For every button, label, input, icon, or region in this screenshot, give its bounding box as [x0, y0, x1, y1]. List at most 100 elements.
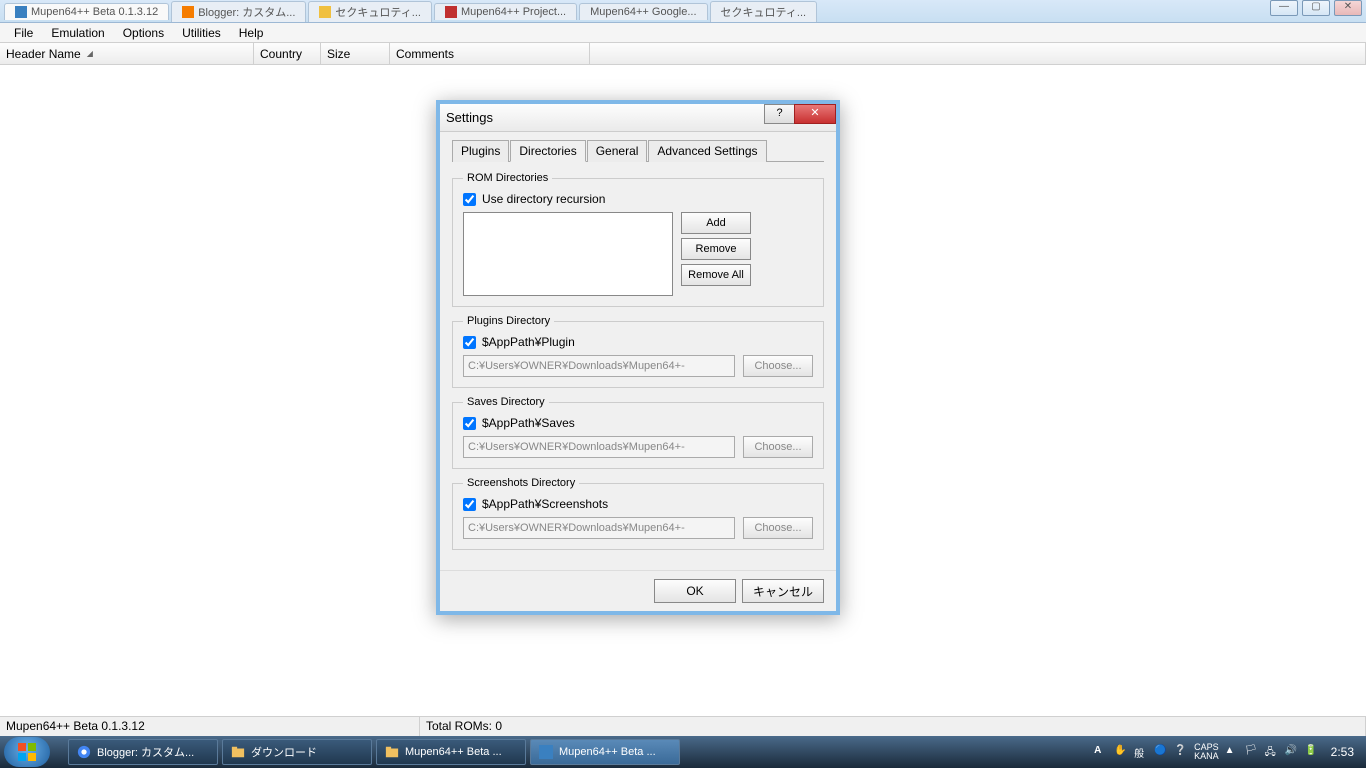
minimize-button[interactable]: — [1270, 0, 1298, 16]
saves-apppath-row[interactable]: $AppPath¥Saves [463, 416, 813, 430]
app-icon [539, 745, 553, 759]
settings-tabs: Plugins Directories General Advanced Set… [452, 140, 824, 162]
rom-directories-group: ROM Directories Use directory recursion … [452, 172, 824, 307]
browser-tab[interactable]: Blogger: カスタム... [171, 1, 306, 22]
ime-tool-icon[interactable]: 般 [1134, 745, 1148, 759]
tab-label: Mupen64++ Beta 0.1.3.12 [31, 6, 158, 18]
tray-clock[interactable]: 2:53 [1331, 745, 1354, 759]
taskbar-item-label: Mupen64++ Beta ... [559, 746, 656, 758]
dialog-help-button[interactable]: ? [764, 104, 794, 124]
menu-file[interactable]: File [6, 24, 41, 42]
window-close-button[interactable]: ✕ [1334, 0, 1362, 16]
taskbar-item[interactable]: Mupen64++ Beta ... [530, 739, 680, 765]
menu-emulation[interactable]: Emulation [43, 24, 112, 42]
browser-tab-strip: Mupen64++ Beta 0.1.3.12 Blogger: カスタム...… [0, 0, 1366, 22]
sort-arrow-icon: ◢ [87, 49, 93, 58]
recursion-checkbox[interactable] [463, 193, 476, 206]
taskbar-item-label: Blogger: カスタム... [97, 744, 194, 760]
group-legend: Screenshots Directory [463, 477, 579, 489]
menu-utilities[interactable]: Utilities [174, 24, 229, 42]
group-legend: Saves Directory [463, 396, 549, 408]
taskbar-item[interactable]: Mupen64++ Beta ... [376, 739, 526, 765]
add-button[interactable]: Add [681, 212, 751, 234]
cancel-button[interactable]: キャンセル [742, 579, 824, 603]
tray-battery-icon[interactable]: 🔋 [1305, 745, 1319, 759]
ime-zen-icon[interactable]: 🔵 [1154, 745, 1168, 759]
ime-caps-kana[interactable]: CAPS KANA [1194, 743, 1219, 761]
maximize-button[interactable]: ▢ [1302, 0, 1330, 16]
taskbar-item[interactable]: ダウンロード [222, 739, 372, 765]
start-button[interactable] [4, 737, 50, 767]
tray-volume-icon[interactable]: 🔊 [1285, 745, 1299, 759]
tab-directories[interactable]: Directories [510, 140, 585, 162]
column-header-country[interactable]: Country [254, 43, 321, 64]
tray-expand-icon[interactable]: ▲ [1225, 745, 1239, 759]
tray-network-icon[interactable]: 🖧 [1265, 745, 1279, 759]
screenshots-apppath-row[interactable]: $AppPath¥Screenshots [463, 497, 813, 511]
screenshots-choose-button: Choose... [743, 517, 813, 539]
plugins-directory-group: Plugins Directory $AppPath¥Plugin Choose… [452, 315, 824, 388]
tab-plugins[interactable]: Plugins [452, 140, 509, 162]
rom-table-header: Header Name ◢ Country Size Comments [0, 43, 1366, 65]
ime-a-icon[interactable]: A [1094, 745, 1108, 759]
screenshots-path-input [463, 517, 735, 539]
remove-all-button[interactable]: Remove All [681, 264, 751, 286]
dialog-title: Settings [446, 110, 493, 125]
window-controls: — ▢ ✕ [1270, 0, 1362, 16]
taskbar-item-label: Mupen64++ Beta ... [405, 746, 502, 758]
tray-flag-icon[interactable]: 🏳 [1245, 745, 1259, 759]
taskbar-item[interactable]: Blogger: カスタム... [68, 739, 218, 765]
tab-label: セクキュロティ... [721, 4, 807, 20]
dialog-close-button[interactable]: ✕ [794, 104, 836, 124]
plugins-apppath-checkbox[interactable] [463, 336, 476, 349]
browser-tab[interactable]: セクキュロティ... [308, 1, 432, 22]
group-legend: ROM Directories [463, 172, 552, 184]
saves-directory-group: Saves Directory $AppPath¥Saves Choose... [452, 396, 824, 469]
system-tray: A ✋ 般 🔵 ❔ CAPS KANA ▲ 🏳 🖧 🔊 🔋 2:53 [1094, 743, 1362, 761]
menu-options[interactable]: Options [115, 24, 172, 42]
tab-general[interactable]: General [587, 140, 648, 162]
dialog-button-row: OK キャンセル [440, 570, 836, 611]
saves-choose-button: Choose... [743, 436, 813, 458]
column-header-name[interactable]: Header Name ◢ [0, 43, 254, 64]
taskbar-item-label: ダウンロード [251, 744, 317, 760]
plugins-apppath-row[interactable]: $AppPath¥Plugin [463, 335, 813, 349]
ok-button[interactable]: OK [654, 579, 736, 603]
browser-tab[interactable]: Mupen64++ Project... [434, 3, 577, 20]
column-header-spacer [590, 43, 1366, 64]
ime-help-icon[interactable]: ❔ [1174, 745, 1188, 759]
tab-label: Mupen64++ Google... [590, 6, 696, 18]
column-header-size[interactable]: Size [321, 43, 390, 64]
tab-label: Blogger: カスタム... [198, 4, 295, 20]
screenshots-apppath-checkbox[interactable] [463, 498, 476, 511]
folder-icon [385, 745, 399, 759]
tab-label: セクキュロティ... [335, 4, 421, 20]
taskbar: Blogger: カスタム... ダウンロード Mupen64++ Beta .… [0, 736, 1366, 768]
browser-tab[interactable]: セクキュロティ... [710, 1, 818, 22]
recursion-checkbox-row[interactable]: Use directory recursion [463, 192, 813, 206]
ime-hand-icon[interactable]: ✋ [1114, 745, 1128, 759]
dialog-titlebar[interactable]: Settings ? ✕ [440, 104, 836, 132]
status-rom-count: Total ROMs: 0 [420, 717, 1366, 736]
saves-apppath-checkbox[interactable] [463, 417, 476, 430]
ime-kana-label: KANA [1194, 752, 1219, 761]
blogger-icon [182, 6, 194, 18]
column-header-comments[interactable]: Comments [390, 43, 590, 64]
menubar: File Emulation Options Utilities Help [0, 23, 1366, 43]
favicon [445, 6, 457, 18]
tab-advanced[interactable]: Advanced Settings [648, 140, 766, 162]
rom-directory-list[interactable] [463, 212, 673, 296]
menu-help[interactable]: Help [231, 24, 272, 42]
favicon [319, 6, 331, 18]
remove-button[interactable]: Remove [681, 238, 751, 260]
saves-path-input [463, 436, 735, 458]
browser-tab[interactable]: Mupen64++ Google... [579, 3, 707, 20]
dialog-body: Plugins Directories General Advanced Set… [440, 132, 836, 570]
status-bar: Mupen64++ Beta 0.1.3.12 Total ROMs: 0 [0, 716, 1366, 736]
status-app-name: Mupen64++ Beta 0.1.3.12 [0, 717, 420, 736]
group-legend: Plugins Directory [463, 315, 554, 327]
checkbox-label: $AppPath¥Saves [482, 416, 575, 430]
checkbox-label: $AppPath¥Plugin [482, 335, 575, 349]
column-label: Header Name [6, 47, 81, 61]
browser-tab[interactable]: Mupen64++ Beta 0.1.3.12 [4, 3, 169, 20]
